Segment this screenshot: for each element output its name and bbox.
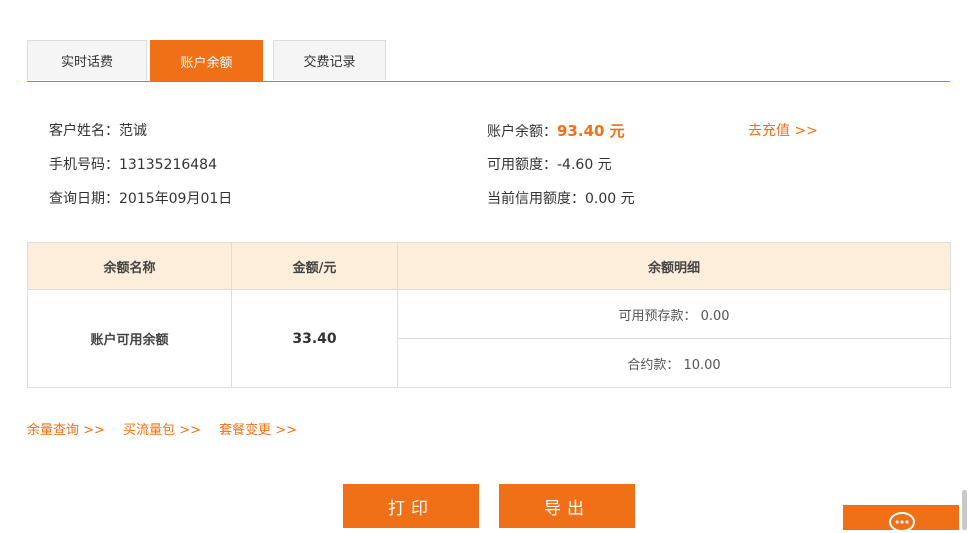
- customer-name-value: 范诚: [119, 123, 147, 139]
- tab-payment-records[interactable]: 交费记录: [273, 40, 386, 80]
- column-header-balance-detail: 余额明细: [397, 242, 951, 290]
- current-credit-value: 0.00 元: [585, 191, 635, 207]
- available-credit-row: 可用额度：-4.60 元: [487, 154, 612, 174]
- detail-prepaid-cell: 可用预存款： 0.00: [397, 289, 951, 339]
- account-balance-row: 账户余额：93.40 元: [487, 120, 625, 141]
- tab-bar: 实时话费 账户余额 交费记录: [27, 40, 950, 82]
- scrollbar[interactable]: [962, 490, 967, 530]
- customer-name-row: 客户姓名：范诚: [49, 120, 147, 140]
- balance-amount-cell: 33.40: [231, 289, 398, 388]
- print-button[interactable]: 打印: [343, 484, 479, 528]
- query-date-label: 查询日期：: [49, 191, 119, 207]
- export-button[interactable]: 导出: [499, 484, 635, 528]
- chat-widget[interactable]: [843, 505, 959, 532]
- tab-realtime-charges[interactable]: 实时话费: [27, 40, 147, 80]
- phone-number-row: 手机号码：13135216484: [49, 154, 217, 174]
- phone-number-value: 13135216484: [119, 157, 217, 173]
- detail-contract-cell: 合约款： 10.00: [397, 338, 951, 388]
- column-header-amount: 金额/元: [231, 242, 398, 290]
- customer-name-label: 客户姓名：: [49, 123, 119, 139]
- recharge-link[interactable]: 去充值 >>: [748, 120, 818, 140]
- tab-account-balance[interactable]: 账户余额: [150, 40, 263, 81]
- available-credit-label: 可用额度：: [487, 157, 557, 173]
- account-balance-label: 账户余额：: [487, 124, 557, 140]
- quick-links: 余量查询 >> 买流量包 >> 套餐变更 >>: [27, 419, 311, 438]
- phone-number-label: 手机号码：: [49, 157, 119, 173]
- remaining-usage-link[interactable]: 余量查询 >>: [27, 423, 105, 438]
- query-date-row: 查询日期：2015年09月01日: [49, 188, 232, 208]
- query-date-value: 2015年09月01日: [119, 191, 233, 207]
- balance-name-cell: 账户可用余额: [27, 289, 232, 388]
- current-credit-row: 当前信用额度：0.00 元: [487, 188, 635, 208]
- column-header-balance-name: 余额名称: [27, 242, 232, 290]
- table-row: 账户可用余额 33.40 可用预存款： 0.00: [27, 289, 951, 388]
- available-credit-value: -4.60 元: [557, 157, 612, 173]
- current-credit-label: 当前信用额度：: [487, 191, 585, 207]
- balance-table: 余额名称 金额/元 余额明细 账户可用余额 33.40 可用预存款： 0.00 …: [27, 242, 951, 388]
- buy-data-pack-link[interactable]: 买流量包 >>: [123, 423, 201, 438]
- account-balance-value: 93.40 元: [557, 122, 625, 140]
- plan-change-link[interactable]: 套餐变更 >>: [219, 423, 297, 438]
